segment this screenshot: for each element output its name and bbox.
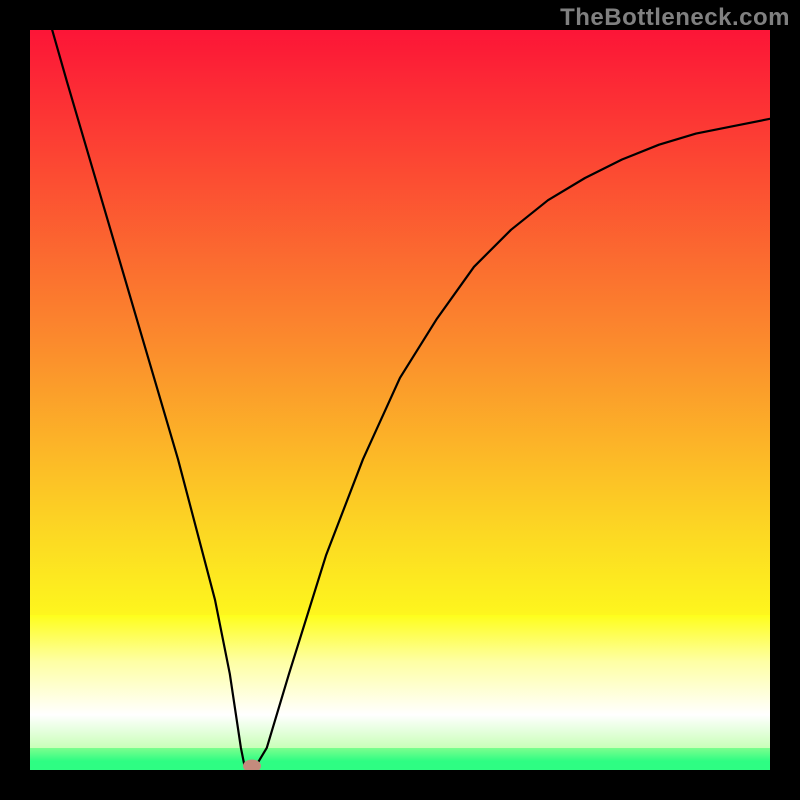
minimum-marker: [243, 760, 261, 770]
watermark-text: TheBottleneck.com: [560, 4, 790, 32]
chart-frame: TheBottleneck.com: [0, 0, 800, 800]
plot-area: [30, 30, 770, 770]
curve-line: [30, 30, 770, 770]
